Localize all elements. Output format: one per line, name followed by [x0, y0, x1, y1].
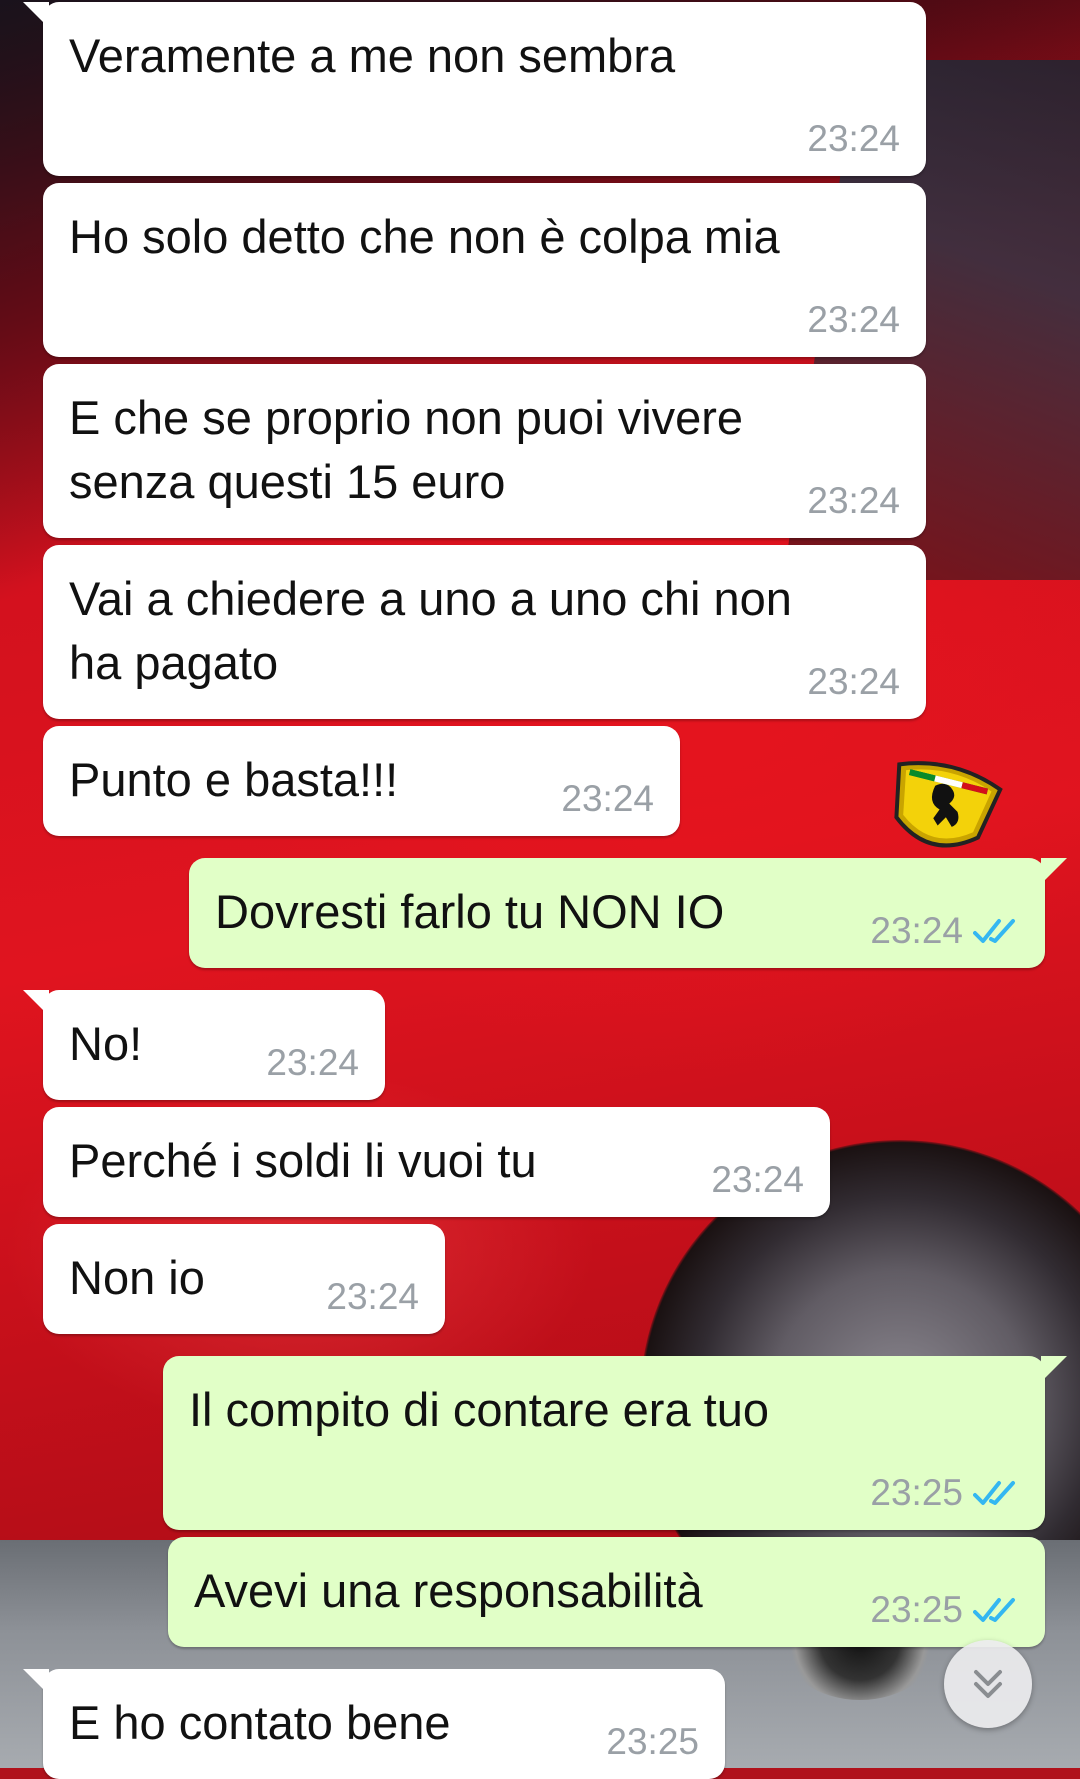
incoming-message[interactable]: Non io 23:24 — [43, 1224, 445, 1334]
message-time: 23:24 — [807, 299, 900, 340]
incoming-message[interactable]: E ho contato bene 23:25 — [23, 1669, 725, 1779]
message-text: Veramente a me non sembra — [69, 29, 676, 82]
message-time: 23:24 — [807, 480, 900, 521]
message-text: E ho contato bene — [69, 1696, 451, 1749]
message-time: 23:24 — [326, 1276, 419, 1317]
message-text: Ho solo detto che non è colpa mia — [69, 210, 780, 263]
message-time: 23:25 — [606, 1721, 699, 1762]
incoming-message[interactable]: Vai a chiedere a uno a uno chi non ha pa… — [43, 545, 926, 719]
message-text: Perché i soldi li vuoi tu — [69, 1134, 537, 1187]
incoming-message[interactable]: Ho solo detto che non è colpa mia 23:24 — [43, 183, 926, 357]
message-time: 23:24 — [561, 778, 654, 819]
message-time: 23:24 — [807, 661, 900, 702]
message-time: 23:25 — [870, 1589, 963, 1630]
incoming-message[interactable]: Perché i soldi li vuoi tu 23:24 — [43, 1107, 830, 1217]
scroll-to-bottom-button[interactable] — [944, 1640, 1032, 1728]
message-list[interactable]: Veramente a me non sembra 23:24 Ho solo … — [0, 0, 1080, 1779]
incoming-message[interactable]: Veramente a me non sembra 23:24 — [23, 2, 926, 176]
double-chevron-down-icon — [974, 1670, 1002, 1698]
message-text: Il compito di contare era tuo — [189, 1383, 769, 1436]
message-time: 23:24 — [807, 118, 900, 159]
message-time: 23:24 — [711, 1159, 804, 1200]
message-text: Vai a chiedere a uno a uno chi non ha pa… — [69, 572, 792, 689]
message-text: E che se proprio non puoi vivere senza q… — [69, 391, 744, 508]
outgoing-message[interactable]: Il compito di contare era tuo 23:25 — [163, 1356, 1067, 1530]
double-check-read-icon — [973, 1596, 1019, 1624]
double-check-read-icon — [973, 917, 1019, 945]
outgoing-message[interactable]: Dovresti farlo tu NON IO 23:24 — [189, 858, 1067, 968]
incoming-message[interactable]: E che se proprio non puoi vivere senza q… — [43, 364, 926, 538]
message-time: 23:25 — [870, 1472, 963, 1513]
incoming-message[interactable]: Punto e basta!!! 23:24 — [43, 726, 680, 836]
outgoing-message[interactable]: Avevi una responsabilità 23:25 — [168, 1537, 1045, 1647]
incoming-message[interactable]: No! 23:24 — [23, 990, 385, 1100]
message-time: 23:24 — [870, 910, 963, 951]
double-check-read-icon — [973, 1479, 1019, 1507]
message-time: 23:24 — [266, 1042, 359, 1083]
